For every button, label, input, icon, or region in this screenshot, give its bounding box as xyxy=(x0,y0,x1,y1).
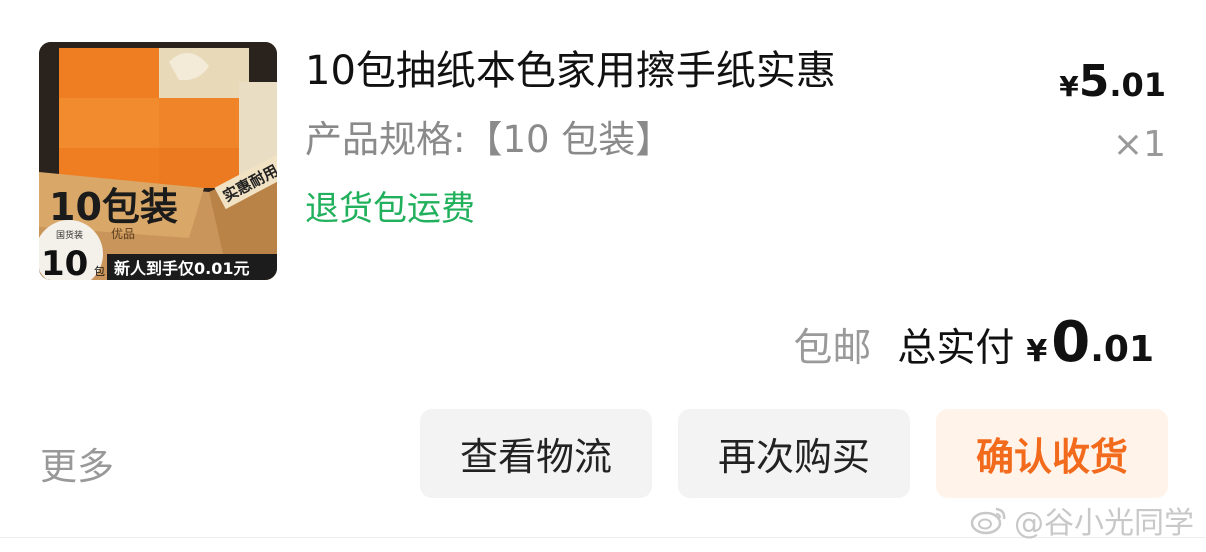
watermark: @谷小光同学 xyxy=(970,498,1194,542)
unit-price: ¥5.01 xyxy=(1059,56,1166,107)
order-total: 包邮 总实付 ¥0.01 xyxy=(793,310,1154,375)
buy-again-button[interactable]: 再次购买 xyxy=(678,409,910,498)
total-currency: ¥ xyxy=(1026,334,1048,369)
product-title[interactable]: 10包抽纸本色家用擦手纸实惠 xyxy=(305,46,1025,96)
order-card: 10包装 实惠耐用 优品 国货装 10 包 新人到手仅0.01元 10包抽纸本色… xyxy=(0,0,1206,552)
image-badge-top: 国货装 xyxy=(56,229,83,241)
weibo-icon xyxy=(970,507,1006,535)
watermark-text: @谷小光同学 xyxy=(1014,506,1194,541)
image-promo-text: 新人到手仅0.01元 xyxy=(114,259,249,278)
image-badge-unit: 包 xyxy=(94,265,105,278)
return-shipping-tag: 退货包运费 xyxy=(305,189,475,229)
more-button[interactable]: 更多 xyxy=(40,436,114,490)
total-decimal: .01 xyxy=(1090,329,1154,370)
confirm-receipt-button[interactable]: 确认收货 xyxy=(936,409,1168,498)
quantity: ×1 xyxy=(1112,124,1166,165)
product-spec: 产品规格:【10 包装】 xyxy=(305,118,673,161)
view-logistics-button[interactable]: 查看物流 xyxy=(420,409,652,498)
total-integer: 0 xyxy=(1051,310,1091,375)
free-shipping-label: 包邮 xyxy=(793,326,872,371)
price-integer: 5 xyxy=(1078,56,1110,107)
image-box-label: 优品 xyxy=(111,227,135,241)
tissue-pack-image: 10包装 实惠耐用 优品 国货装 10 包 新人到手仅0.01元 xyxy=(39,42,277,280)
price-currency: ¥ xyxy=(1059,70,1079,103)
product-thumbnail[interactable]: 10包装 实惠耐用 优品 国货装 10 包 新人到手仅0.01元 xyxy=(39,42,277,280)
total-paid-label: 总实付 xyxy=(897,326,1015,371)
price-decimal: .01 xyxy=(1109,66,1166,104)
image-badge-num: 10 xyxy=(41,244,88,280)
